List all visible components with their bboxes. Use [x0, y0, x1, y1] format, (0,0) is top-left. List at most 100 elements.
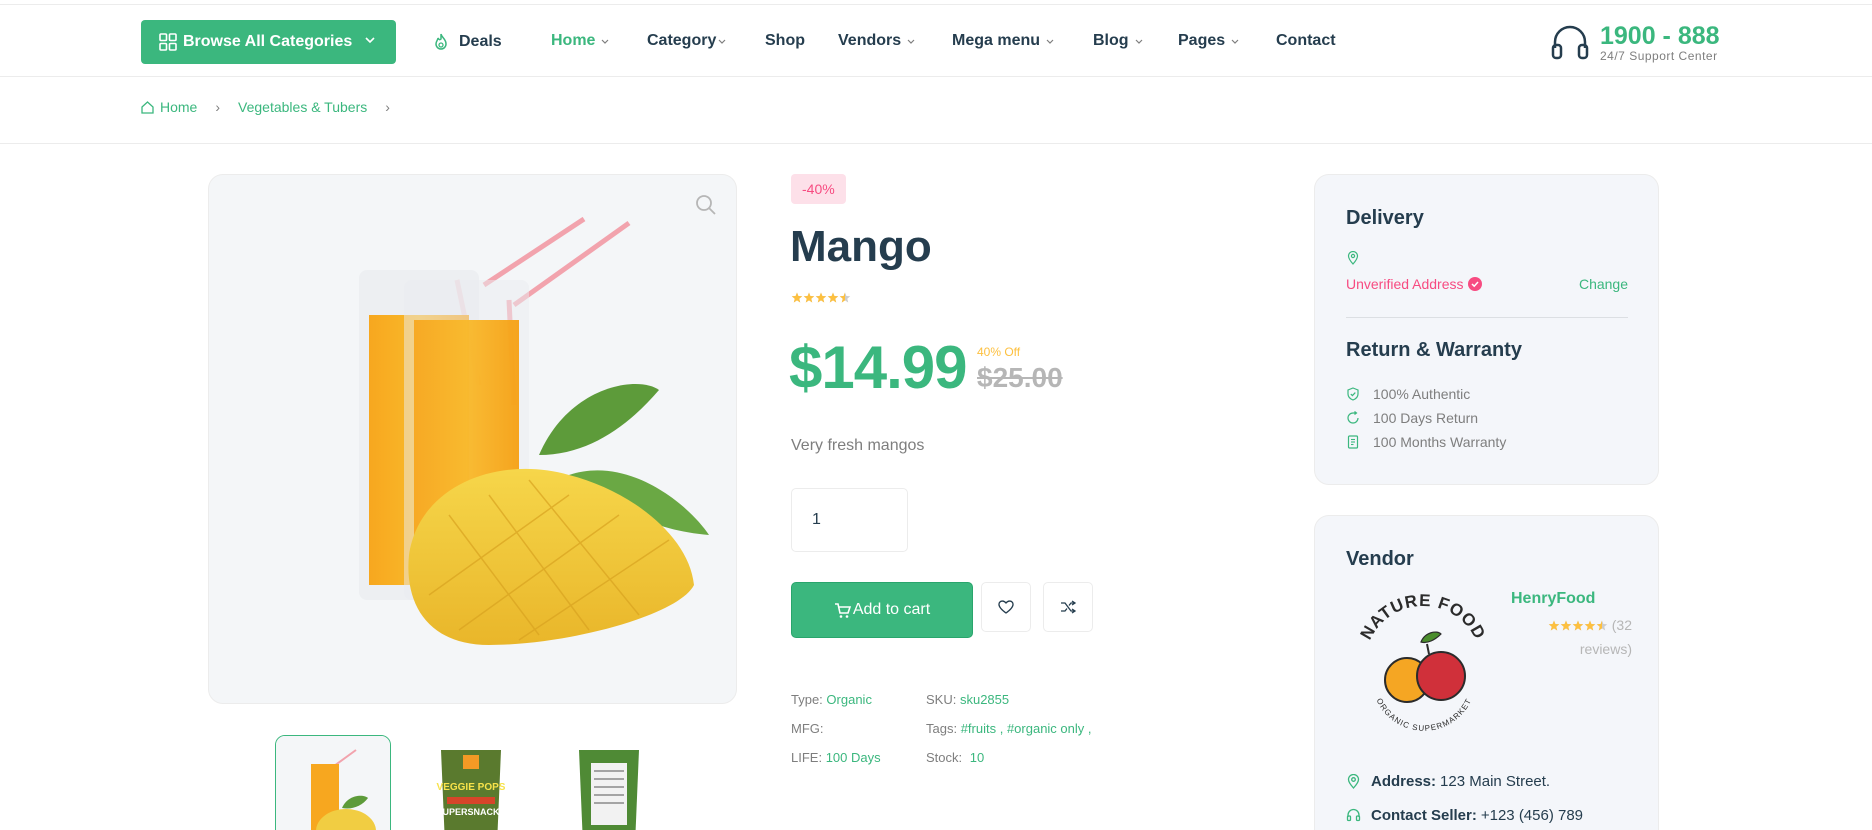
vendor-title: Vendor	[1346, 548, 1414, 570]
nav-contact[interactable]: Contact	[1276, 32, 1336, 50]
nav-pages[interactable]: Pages	[1178, 32, 1240, 50]
headset-icon	[1346, 808, 1361, 822]
meta-sku-value: sku2855	[959, 692, 1010, 707]
chevron-down-icon	[718, 39, 726, 44]
vendor-address-label: Address:	[1371, 773, 1437, 790]
nav-category[interactable]: Category	[647, 32, 727, 50]
meta-stock: Stock: 10	[926, 750, 984, 765]
chevron-down-icon	[1231, 39, 1239, 44]
star-filled	[791, 292, 803, 303]
delivery-title: Delivery	[1346, 207, 1424, 229]
vendor-rating: (32 reviews)	[1542, 613, 1632, 661]
support-label: 24/7 Support Center	[1600, 49, 1718, 63]
breadcrumb-home[interactable]: Home	[160, 99, 197, 115]
nav-mega-menu-label: Mega menu	[952, 32, 1041, 49]
nav-vendors[interactable]: Vendors	[838, 32, 916, 50]
meta-life-label: LIFE:	[791, 750, 823, 765]
chevron-down-icon	[365, 37, 375, 44]
star-rating-icon	[1548, 620, 1608, 631]
breadcrumb-category[interactable]: Vegetables & Tubers	[238, 99, 367, 115]
nav-home-label: Home	[551, 32, 596, 49]
nav-deals[interactable]: Deals	[431, 32, 502, 52]
veggie-pops-thumb-image: VEGGIE POPS SUPERSNACKS	[413, 735, 529, 830]
change-address-link[interactable]: Change	[1579, 276, 1628, 292]
nav-home[interactable]: Home	[551, 32, 610, 50]
quantity-input[interactable]	[791, 488, 908, 552]
compare-button[interactable]	[1043, 582, 1093, 632]
meta-life-value: 100 Days	[825, 750, 881, 765]
support-phone: 1900 - 888	[1600, 22, 1720, 50]
vendor-address: Address: 123 Main Street.	[1346, 773, 1550, 790]
product-description: Very fresh mangos	[791, 437, 925, 454]
star-filled	[803, 292, 815, 303]
add-to-cart-button[interactable]: Add to cart	[791, 582, 973, 638]
wishlist-button[interactable]	[981, 582, 1031, 632]
nav-pages-label: Pages	[1178, 32, 1226, 49]
vendor-card: Vendor NATURE FOOD ORGANIC SUPERMARKET H…	[1314, 515, 1659, 830]
logo-text: NATURE FOOD	[1356, 594, 1488, 643]
authentic-item: 100% Authentic	[1346, 386, 1470, 402]
thumbnail-1[interactable]	[275, 735, 391, 830]
nav-contact-label: Contact	[1276, 32, 1336, 49]
grid-icon	[159, 33, 177, 51]
product-rating	[791, 291, 851, 309]
nav-mega-menu[interactable]: Mega menu	[952, 32, 1055, 50]
receipt-icon	[1347, 435, 1359, 449]
divider	[1346, 317, 1628, 318]
product-price: $14.99	[789, 334, 968, 401]
star-filled	[1572, 620, 1584, 631]
authentic-label: 100% Authentic	[1373, 386, 1471, 402]
meta-mfg-label: MFG:	[791, 721, 824, 736]
breadcrumb-separator: ›	[385, 99, 390, 115]
nav-shop[interactable]: Shop	[765, 32, 805, 50]
nav-deals-label: Deals	[459, 33, 502, 50]
shuffle-icon	[1061, 600, 1077, 614]
meta-type-value[interactable]: Organic	[826, 692, 872, 707]
warranty-label: 100 Months Warranty	[1373, 434, 1507, 450]
product-title: Mango	[790, 222, 932, 271]
return-warranty-title: Return & Warranty	[1346, 339, 1522, 361]
meta-tags-label: Tags:	[926, 721, 958, 736]
flame-icon	[435, 33, 447, 50]
star-filled	[815, 292, 827, 303]
main-header: Browse All Categories Deals Home Categor…	[0, 5, 1872, 77]
product-main-image[interactable]	[208, 174, 737, 704]
vendor-contact: Contact Seller: +123 (456) 789	[1346, 807, 1583, 824]
chevron-down-icon	[1135, 39, 1142, 44]
meta-life: LIFE: 100 Days	[791, 750, 881, 765]
meta-stock-label: Stock:	[926, 750, 963, 765]
zoom-icon[interactable]	[694, 193, 718, 217]
browse-categories-label: Browse All Categories	[183, 33, 353, 50]
svg-text:ORGANIC SUPERMARKET: ORGANIC SUPERMARKET	[1375, 697, 1474, 733]
breadcrumb-divider	[0, 143, 1872, 144]
meta-type-label: Type:	[791, 692, 823, 707]
old-price: $25.00	[977, 362, 1063, 393]
location-pin-icon	[1347, 251, 1359, 265]
add-to-cart-label: Add to cart	[852, 601, 931, 618]
warranty-item: 100 Months Warranty	[1346, 434, 1506, 450]
thumbnail-3[interactable]	[551, 735, 667, 830]
delivery-card: Delivery Unverified Address Change Retur…	[1314, 174, 1659, 485]
star-filled	[1548, 620, 1560, 631]
nav-shop-label: Shop	[765, 32, 805, 49]
thumbnail-2[interactable]: VEGGIE POPS SUPERSNACKS	[413, 735, 529, 830]
chevron-down-icon	[602, 39, 609, 44]
support-center[interactable]: 1900 - 888 24/7 Support Center	[1550, 23, 1720, 63]
nav-blog[interactable]: Blog	[1093, 32, 1144, 50]
heart-icon	[998, 600, 1014, 614]
nav-blog-label: Blog	[1093, 32, 1129, 49]
meta-sku: SKU: sku2855	[926, 692, 1009, 707]
headset-icon	[1551, 25, 1589, 60]
browse-categories-button[interactable]: Browse All Categories	[141, 20, 396, 64]
vendor-logo[interactable]: NATURE FOOD ORGANIC SUPERMARKET	[1353, 594, 1493, 744]
unverified-address-label: Unverified Address	[1346, 276, 1464, 292]
home-icon	[141, 100, 154, 114]
mango-thumb-image	[276, 736, 390, 830]
pack-text-1: VEGGIE POPS	[437, 782, 506, 793]
cart-icon	[834, 602, 851, 618]
star-filled	[1560, 620, 1572, 631]
nav-category-label: Category	[647, 32, 717, 49]
vendor-name[interactable]: HenryFood	[1511, 590, 1595, 608]
breadcrumb-separator: ›	[215, 99, 221, 115]
meta-tags-value[interactable]: #fruits , #organic only ,	[961, 721, 1092, 736]
